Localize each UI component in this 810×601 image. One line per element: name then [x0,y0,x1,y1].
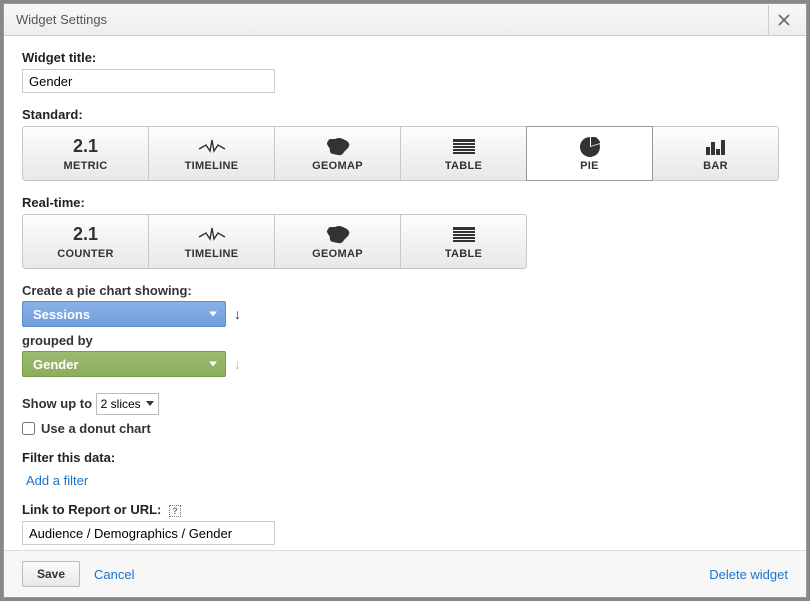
pie-metric-label: Create a pie chart showing: [22,283,788,298]
widget-settings-modal: Widget Settings Widget title: Standard: … [3,3,807,598]
tile-label: METRIC [64,160,108,172]
bar-icon [705,139,727,155]
metric-dropdown-value: Sessions [33,307,90,322]
timeline-icon [198,139,226,155]
donut-label: Use a donut chart [41,421,151,436]
tile-label: COUNTER [57,248,114,260]
tile-rt-table[interactable]: TABLE [400,214,527,269]
dimension-dropdown[interactable]: Gender [22,351,226,377]
filter-label: Filter this data: [22,450,788,465]
tile-label: TIMELINE [185,160,239,172]
tile-rt-timeline[interactable]: TIMELINE [148,214,275,269]
metric-dropdown[interactable]: Sessions [22,301,226,327]
metric-icon: 2.1 [73,136,98,157]
tile-label: TIMELINE [185,248,239,260]
modal-body: Widget title: Standard: 2.1 METRIC TIMEL… [4,36,806,550]
geomap-icon [325,225,351,245]
tile-timeline[interactable]: TIMELINE [148,126,275,181]
tile-label: GEOMAP [312,248,363,260]
counter-icon: 2.1 [73,224,98,245]
tile-label: BAR [703,160,728,172]
show-up-to-row: Show up to 2 slices [22,393,788,415]
realtime-row: 2.1 COUNTER TIMELINE GEOMAP TABLE [22,214,788,269]
table-icon [453,227,475,243]
standard-row: 2.1 METRIC TIMELINE GEOMAP TABLE [22,126,788,181]
realtime-label: Real-time: [22,195,788,210]
cancel-link[interactable]: Cancel [94,567,134,582]
tile-pie[interactable]: PIE [526,126,653,181]
widget-title-input[interactable] [22,69,275,93]
slices-select[interactable]: 2 slices [96,393,159,415]
caret-down-icon [209,362,217,367]
sort-arrow-icon[interactable]: ↓ [234,306,241,322]
donut-checkbox[interactable] [22,422,35,435]
modal-footer: Save Cancel Delete widget [4,550,806,597]
close-button[interactable] [768,5,798,35]
timeline-icon [198,227,226,243]
tile-label: GEOMAP [312,160,363,172]
dimension-dropdown-value: Gender [33,357,79,372]
link-to-label-text: Link to Report or URL: [22,502,161,517]
show-up-to-label: Show up to [22,396,92,411]
add-filter-link[interactable]: Add a filter [26,473,88,488]
modal-title: Widget Settings [16,12,107,27]
tile-bar[interactable]: BAR [652,126,779,181]
save-button[interactable]: Save [22,561,80,587]
help-icon[interactable]: ? [169,505,181,517]
tile-table[interactable]: TABLE [400,126,527,181]
geomap-icon [325,137,351,157]
close-icon [778,14,790,26]
groupby-label: grouped by [22,333,788,348]
widget-title-label: Widget title: [22,50,788,65]
tile-counter[interactable]: 2.1 COUNTER [22,214,149,269]
tile-label: TABLE [445,160,482,172]
table-icon [453,139,475,155]
pie-icon [580,137,600,157]
tile-label: PIE [580,160,599,172]
link-to-input[interactable] [22,521,275,545]
standard-label: Standard: [22,107,788,122]
tile-metric[interactable]: 2.1 METRIC [22,126,149,181]
delete-widget-link[interactable]: Delete widget [709,567,788,582]
tile-geomap[interactable]: GEOMAP [274,126,401,181]
modal-header: Widget Settings [4,4,806,36]
tile-label: TABLE [445,248,482,260]
caret-down-icon [209,312,217,317]
sort-arrow-icon-disabled: ↓ [234,356,241,372]
tile-rt-geomap[interactable]: GEOMAP [274,214,401,269]
link-to-label: Link to Report or URL: ? [22,502,788,517]
